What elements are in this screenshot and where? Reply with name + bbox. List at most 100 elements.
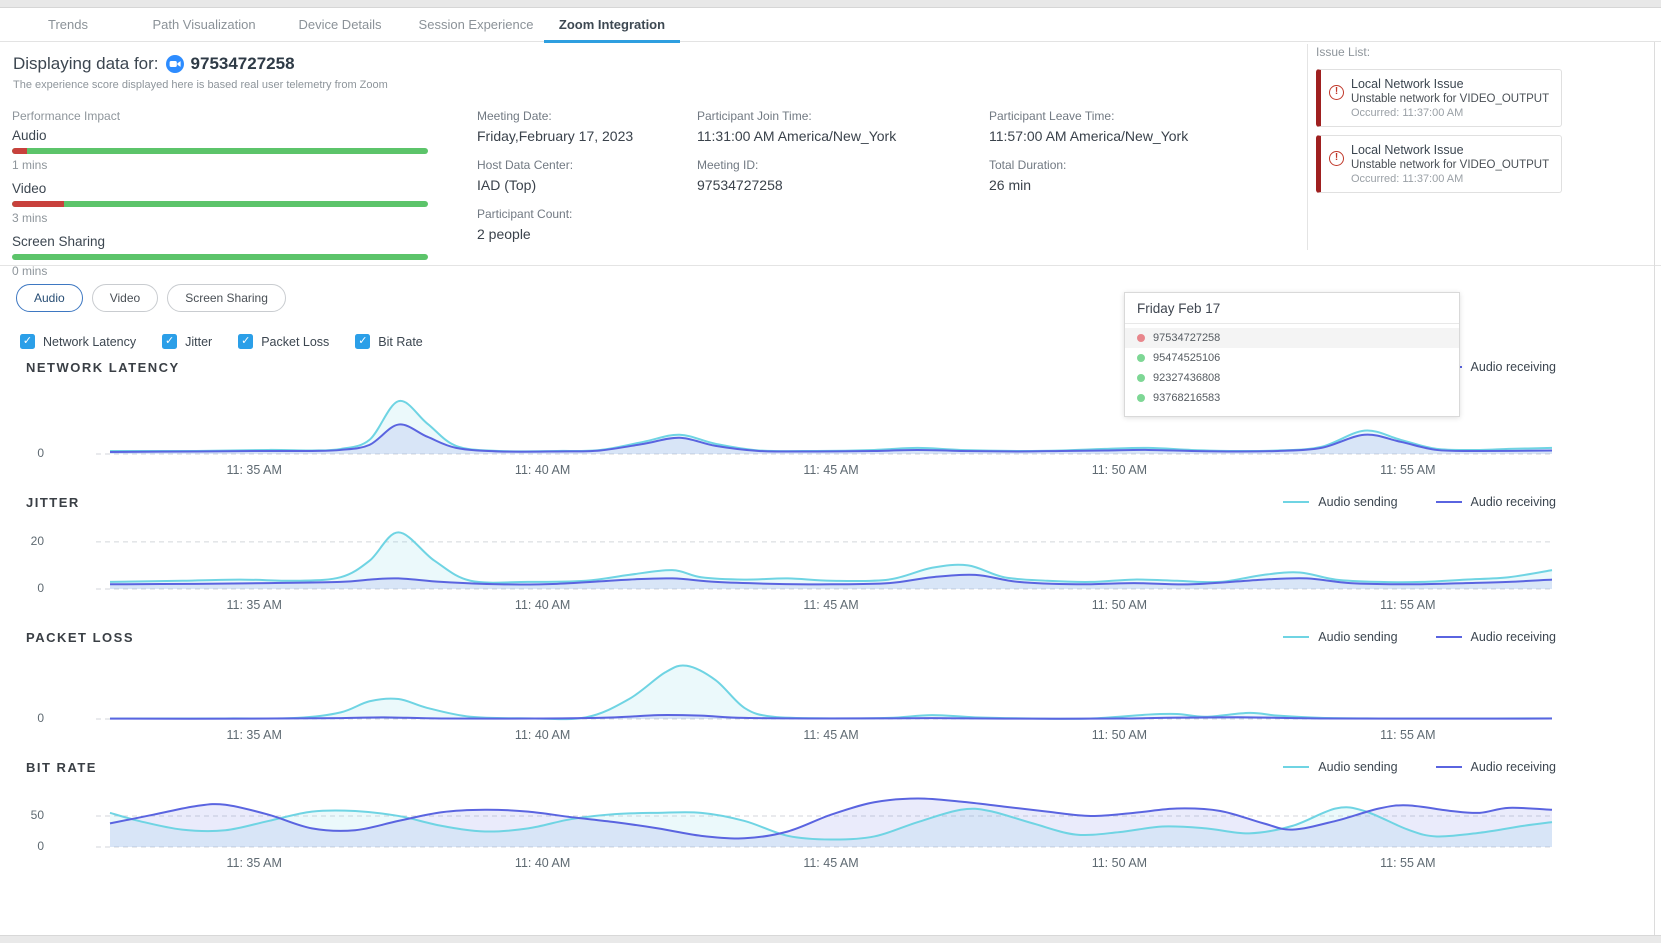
participant-id: 92327436808 [1153, 372, 1220, 384]
perf-audio-impact-bar [12, 148, 27, 154]
meeting-date-label: Meeting Date: [477, 109, 707, 123]
leave-time-label: Participant Leave Time: [989, 109, 1269, 123]
meeting-info-column-2: Participant Join Time: 11:31:00 AM Americ… [697, 109, 977, 207]
meeting-id-value: 97534727258 [697, 177, 977, 193]
x-axis-tick: 11: 45 AM [803, 463, 858, 477]
tooltip-date: Friday Feb 17 [1125, 293, 1459, 324]
tooltip-participant-row[interactable]: 93768216583 [1125, 388, 1459, 408]
legend-audio-sending[interactable]: Audio sending [1283, 495, 1397, 509]
status-dot [1137, 354, 1145, 362]
x-axis-tick: 11: 35 AM [227, 463, 282, 477]
legend-label: Audio sending [1318, 760, 1397, 774]
checkbox-jitter[interactable]: ✓Jitter [162, 334, 212, 349]
x-axis-tick: 11: 35 AM [227, 728, 282, 742]
legend-audio-receiving[interactable]: Audio receiving [1436, 495, 1556, 509]
issue-card[interactable]: ! Local Network Issue Unstable network f… [1316, 135, 1562, 193]
legend-audio-receiving[interactable]: Audio receiving [1436, 630, 1556, 644]
issue-title: Local Network Issue [1351, 143, 1553, 157]
perf-screen-duration: 0 mins [12, 264, 428, 278]
tab-session-experience[interactable]: Session Experience [408, 8, 544, 41]
join-time-label: Participant Join Time: [697, 109, 977, 123]
meeting-info-column-1: Meeting Date: Friday,February 17, 2023 Ho… [477, 109, 707, 256]
x-axis-tick: 11: 45 AM [803, 728, 858, 742]
perf-row-screen-sharing: Screen Sharing 0 mins [12, 234, 428, 278]
perf-row-audio: Audio 1 mins [12, 128, 428, 172]
tab-device-details[interactable]: Device Details [272, 8, 408, 41]
chart-legend: Audio sending Audio receiving [1283, 495, 1556, 509]
x-axis-tick: 11: 40 AM [515, 856, 570, 870]
total-duration-label: Total Duration: [989, 158, 1269, 172]
status-dot [1137, 394, 1145, 402]
panel-right-edge [1654, 42, 1655, 935]
host-data-center-label: Host Data Center: [477, 158, 707, 172]
checkbox-bit-rate[interactable]: ✓ Bit Rate [355, 334, 422, 349]
checkbox-label: Bit Rate [378, 335, 422, 349]
browser-strip [0, 0, 1661, 8]
leave-time-value: 11:57:00 AM America/New_York [989, 128, 1269, 144]
legend-audio-receiving[interactable]: Audio receiving [1436, 760, 1556, 774]
total-duration-value: 26 min [989, 177, 1269, 193]
alert-circle-icon: ! [1329, 151, 1344, 166]
alert-circle-icon: ! [1329, 85, 1344, 100]
chart-plot-area[interactable]: 200 [0, 520, 1661, 592]
pill-video[interactable]: Video [92, 284, 158, 312]
bit-rate-chart: BIT RATE Audio sending Audio receiving 5… [0, 757, 1661, 872]
sending-line-swatch [1283, 636, 1309, 638]
tooltip-participant-row[interactable]: 95474525106 [1125, 348, 1459, 368]
checkbox-network-latency[interactable]: ✓Network Latency [20, 334, 136, 349]
chart-x-axis: 11: 35 AM11: 40 AM11: 45 AM11: 50 AM11: … [0, 850, 1661, 872]
performance-impact-label: Performance Impact [12, 109, 428, 123]
metric-checkboxes: ✓Network Latency ✓Jitter ✓Packet Loss ✓ B… [20, 334, 423, 349]
legend-audio-sending[interactable]: Audio sending [1283, 760, 1397, 774]
tab-zoom-integration[interactable]: Zoom Integration [544, 8, 680, 41]
chart-title: PACKET LOSS [26, 630, 134, 645]
legend-label: Audio receiving [1471, 360, 1556, 374]
participant-count-value: 2 people [477, 226, 707, 242]
checkbox-packet-loss[interactable]: ✓Packet Loss [238, 334, 329, 349]
x-axis-tick: 11: 40 AM [515, 598, 570, 612]
page-subtitle: The experience score displayed here is b… [13, 79, 388, 91]
pill-audio[interactable]: Audio [16, 284, 83, 312]
participant-id: 97534727258 [1153, 332, 1220, 344]
page-title-prefix: Displaying data for: [13, 54, 159, 74]
pill-screen-sharing[interactable]: Screen Sharing [167, 284, 286, 312]
meeting-info-column-3: Participant Leave Time: 11:57:00 AM Ameri… [989, 109, 1269, 207]
chart-plot-area[interactable]: 500 [0, 785, 1661, 850]
tooltip-participant-row[interactable]: 97534727258 [1125, 328, 1459, 348]
status-dot [1137, 374, 1145, 382]
perf-video-impact-bar [12, 201, 64, 207]
x-axis-tick: 11: 40 AM [515, 728, 570, 742]
jitter-chart: JITTER Audio sending Audio receiving 200… [0, 492, 1661, 614]
tooltip-participant-row[interactable]: 92327436808 [1125, 368, 1459, 388]
meeting-date-value: Friday,February 17, 2023 [477, 128, 707, 144]
chart-tooltip: Friday Feb 17 97534727258 95474525106 92… [1124, 292, 1460, 417]
sending-line-swatch [1283, 766, 1309, 768]
perf-audio-label: Audio [12, 128, 428, 143]
legend-audio-sending[interactable]: Audio sending [1283, 630, 1397, 644]
legend-label: Audio receiving [1471, 495, 1556, 509]
checkbox-checked-icon: ✓ [355, 334, 370, 349]
participant-id: 95474525106 [1153, 352, 1220, 364]
meeting-number: 97534727258 [191, 54, 295, 74]
x-axis-tick: 11: 55 AM [1380, 856, 1435, 870]
chart-plot-area[interactable]: 0 [0, 655, 1661, 722]
issue-card[interactable]: ! Local Network Issue Unstable network f… [1316, 69, 1562, 127]
perf-row-video: Video 3 mins [12, 181, 428, 225]
x-axis-tick: 11: 35 AM [227, 856, 282, 870]
x-axis-tick: 11: 50 AM [1092, 856, 1147, 870]
chart-title: JITTER [26, 495, 80, 510]
join-time-value: 11:31:00 AM America/New_York [697, 128, 977, 144]
y-axis-tick: 50 [22, 808, 44, 822]
issue-list-title: Issue List: [1316, 45, 1562, 59]
tab-trends[interactable]: Trends [0, 8, 136, 41]
perf-video-bar [12, 201, 428, 207]
issue-occurred-time: Occurred: 11:37:00 AM [1351, 173, 1553, 185]
participant-count-label: Participant Count: [477, 207, 707, 221]
x-axis-tick: 11: 50 AM [1092, 463, 1147, 477]
checkbox-label: Packet Loss [261, 335, 329, 349]
x-axis-tick: 11: 35 AM [227, 598, 282, 612]
perf-audio-duration: 1 mins [12, 158, 428, 172]
receiving-line-swatch [1436, 501, 1462, 503]
packet-loss-chart: PACKET LOSS Audio sending Audio receivin… [0, 627, 1661, 744]
tab-path-visualization[interactable]: Path Visualization [136, 8, 272, 41]
